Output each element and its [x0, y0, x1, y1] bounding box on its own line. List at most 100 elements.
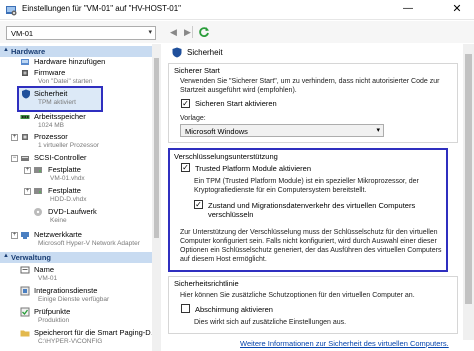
secure-boot-heading: Sicherer Start: [174, 66, 220, 75]
sidebar-item-security[interactable]: Sicherheit TPM aktiviert: [0, 88, 161, 110]
secure-boot-description: Verwenden Sie "Sicherer Start", um zu ve…: [180, 78, 440, 94]
hard-drive-icon: [34, 167, 42, 173]
sidebar-item-label: Integrationsdienste: [34, 286, 98, 295]
sidebar-item-hard-drive-2[interactable]: + Festplatte HDD-D.vhdx: [0, 185, 161, 205]
shield-icon: [22, 89, 30, 99]
chevron-down-icon: ▾: [148, 29, 152, 36]
sidebar-item-label: DVD-Laufwerk: [48, 207, 97, 216]
shield-icon: [172, 47, 182, 58]
collapse-triangle-icon: ▲: [3, 253, 9, 259]
back-arrow-icon[interactable]: ◀: [170, 27, 180, 37]
collapse-icon[interactable]: −: [11, 155, 18, 162]
sidebar-item-label: Netzwerkkarte: [34, 230, 82, 239]
sidebar-item-label: Prüfpunkte: [34, 307, 71, 316]
sidebar-item-label: Speicherort für die Smart Paging-D…: [34, 328, 159, 337]
detail-scroll-thumb[interactable]: [465, 54, 472, 304]
sidebar-item-name[interactable]: Name VM-01: [0, 264, 161, 284]
refresh-icon[interactable]: [198, 26, 210, 38]
sidebar-item-sub: TPM aktiviert: [38, 99, 76, 106]
sidebar-item-label: Sicherheit: [34, 89, 68, 98]
encryption-heading: Verschlüsselungsunterstützung: [174, 152, 278, 161]
folder-icon: [20, 330, 30, 337]
page-title: Sicherheit: [187, 48, 223, 57]
close-button[interactable]: ✕: [446, 2, 468, 18]
sidebar-item-label: Name: [34, 265, 55, 274]
sidebar-item-add-hardware[interactable]: Hardware hinzufügen: [0, 56, 161, 67]
sidebar-item-sub: HDD-D.vhdx: [50, 196, 87, 203]
security-policy-note: Dies wirkt sich auf zusätzliche Einstell…: [194, 319, 347, 326]
firmware-chip-icon: [22, 70, 28, 76]
encryption-footer-text: Zur Unterstützung der Verschlüsselung mu…: [180, 229, 442, 263]
sidebar-scrollbar[interactable]: [152, 44, 161, 351]
secure-boot-checkbox[interactable]: ✓: [181, 99, 190, 108]
sidebar-item-label: SCSI-Controller: [34, 153, 87, 162]
sidebar-item-dvd-drive[interactable]: DVD-Laufwerk Keine: [0, 206, 161, 226]
add-hardware-icon: [21, 59, 29, 65]
sidebar-scroll-thumb[interactable]: [154, 58, 159, 238]
expand-icon[interactable]: +: [24, 167, 31, 174]
hard-drive-icon: [34, 188, 42, 194]
network-adapter-icon: [21, 232, 29, 239]
tpm-description: Ein TPM (Trusted Platform Module) ist ei…: [194, 178, 419, 194]
memory-icon: [20, 115, 30, 119]
sidebar-item-processor[interactable]: + Prozessor 1 virtueller Prozessor: [0, 131, 161, 151]
template-label: Vorlage:: [180, 115, 206, 122]
sidebar-item-sub: VM-01: [38, 275, 58, 282]
chevron-down-icon: ▾: [376, 127, 380, 134]
expand-icon[interactable]: +: [11, 134, 18, 141]
sidebar-item-scsi-controller[interactable]: − SCSI-Controller: [0, 152, 161, 163]
sidebar-item-memory[interactable]: Arbeitsspeicher 1024 MB: [0, 111, 161, 131]
expand-icon[interactable]: +: [11, 232, 18, 239]
sidebar-item-sub: Microsoft Hyper-V Network Adapter: [38, 240, 140, 247]
encrypt-migration-checkbox[interactable]: ✓: [194, 200, 203, 209]
sidebar-item-label: Festplatte: [48, 165, 81, 174]
sidebar-item-network-adapter[interactable]: + Netzwerkkarte Microsoft Hyper-V Networ…: [0, 229, 161, 249]
processor-icon: [22, 134, 28, 140]
encrypt-migration-checkbox-label: Zustand und Migrationsdatenverkehr des v…: [208, 201, 416, 219]
sidebar-item-label: Arbeitsspeicher: [34, 112, 86, 121]
minimize-button[interactable]: —: [397, 2, 419, 18]
vm-selector-value: VM-01: [11, 29, 34, 38]
scsi-controller-icon: [21, 156, 29, 161]
tpm-checkbox[interactable]: ✓: [181, 163, 190, 172]
sidebar-item-hard-drive-1[interactable]: + Festplatte VM-01.vhdx: [0, 164, 161, 184]
more-info-link[interactable]: Weitere Informationen zur Sicherheit des…: [240, 339, 449, 348]
settings-app-icon: [6, 6, 17, 16]
secure-boot-checkbox-label: Sicheren Start aktivieren: [195, 99, 277, 108]
security-policy-description: Hier können Sie zusätzliche Schutzoption…: [180, 292, 415, 299]
template-dropdown[interactable]: Microsoft Windows ▾: [180, 124, 384, 137]
management-section-label: Verwaltung: [11, 253, 52, 262]
shielding-checkbox[interactable]: [181, 304, 190, 313]
name-tag-icon: [20, 266, 30, 274]
sidebar-item-sub: C:\HYPER-V\CONFIG: [38, 338, 103, 345]
sidebar-item-sub: VM-01.vhdx: [50, 175, 85, 182]
vm-selector-dropdown[interactable]: VM-01 ▾: [6, 26, 156, 40]
sidebar-item-checkpoints[interactable]: Prüfpunkte Produktion: [0, 306, 161, 326]
sidebar-item-label: Hardware hinzufügen: [34, 57, 106, 66]
management-section-header[interactable]: ▲ Verwaltung: [0, 252, 161, 263]
sidebar-item-sub: Keine: [50, 217, 67, 224]
sidebar-item-label: Firmware: [34, 68, 66, 77]
tpm-checkbox-label: Trusted Platform Module aktivieren: [195, 164, 312, 173]
sidebar-item-sub: Von "Datei" starten: [38, 78, 93, 85]
expand-icon[interactable]: +: [24, 188, 31, 195]
sidebar-item-firmware[interactable]: Firmware Von "Datei" starten: [0, 67, 161, 87]
sidebar-item-sub: Produktion: [38, 317, 70, 324]
integration-services-icon: [20, 286, 30, 296]
security-policy-heading: Sicherheitsrichtlinie: [174, 279, 239, 288]
forward-arrow-icon[interactable]: ▶: [184, 27, 194, 37]
dvd-drive-icon: [34, 208, 42, 216]
collapse-triangle-icon: ▲: [3, 47, 9, 53]
shielding-checkbox-label: Abschirmung aktivieren: [195, 305, 273, 314]
sidebar-item-sub: Einige Dienste verfügbar: [38, 296, 110, 303]
template-dropdown-value: Microsoft Windows: [185, 127, 248, 136]
window-title: Einstellungen für "VM-01" auf "HV-HOST-0…: [22, 4, 181, 13]
sidebar-item-smart-paging[interactable]: Speicherort für die Smart Paging-D… C:\H…: [0, 327, 161, 347]
sidebar-item-label: Prozessor: [34, 132, 68, 141]
sidebar-item-sub: 1 virtueller Prozessor: [38, 142, 100, 149]
sidebar-item-label: Festplatte: [48, 186, 81, 195]
sidebar-item-integration-services[interactable]: Integrationsdienste Einige Dienste verfü…: [0, 285, 161, 305]
hardware-section-label: Hardware: [11, 47, 46, 56]
detail-scrollbar[interactable]: [463, 44, 474, 340]
sidebar-item-sub: 1024 MB: [38, 122, 65, 129]
